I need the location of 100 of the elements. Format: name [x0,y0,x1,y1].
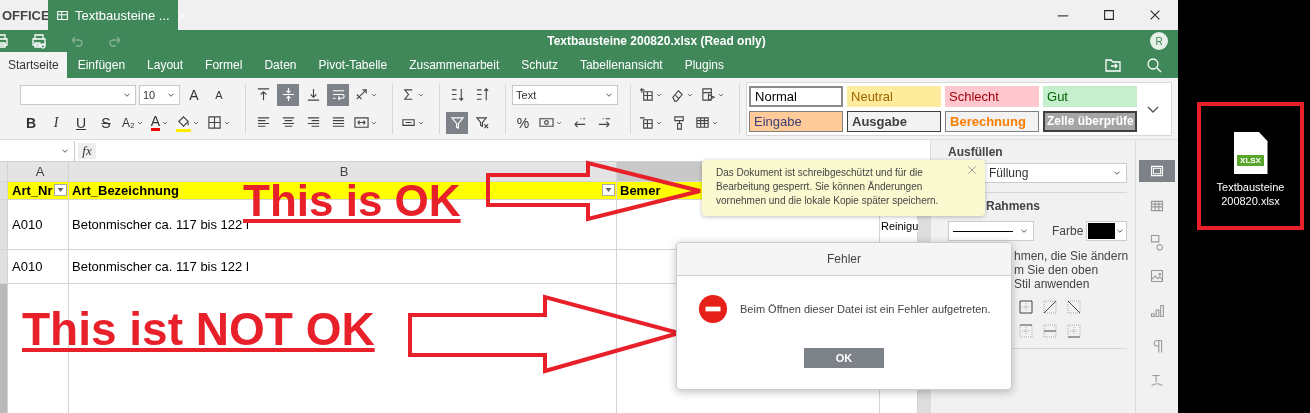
color-swatch [1088,223,1116,239]
inner-border-icon[interactable] [1018,299,1034,315]
bold-button[interactable]: B [20,111,42,134]
orientation-icon [354,87,369,102]
align-right-icon [305,115,321,130]
print-preview-icon[interactable] [31,33,47,49]
column-header[interactable]: B [339,164,349,179]
cell-style[interactable]: Normal [749,85,843,107]
strike-button[interactable]: S [95,111,117,134]
app-brand: OFFICE [2,7,48,23]
underline-button[interactable]: U [70,111,92,134]
tooltip-text: Das Dokument ist schreibgeschützt und für die Bearbeitung gesperrt. Sie können Änderungen vornehmen und die lokale Kopie später speichern. [716,166,940,208]
align-middle-button[interactable] [277,83,299,106]
middle-border-icon[interactable] [1042,323,1058,339]
filter-button[interactable] [54,184,67,196]
italic-button[interactable]: I [45,111,67,134]
delete-cells-icon [639,115,654,130]
color-label: Farbe [1052,224,1084,238]
increase-decimal-icon [596,115,612,130]
close-icon[interactable] [1148,8,1162,22]
merge-icon [354,115,369,130]
cell-icon[interactable] [1139,160,1175,182]
menu-tab[interactable]: Layout [136,52,195,78]
justify-icon [330,115,346,130]
hint-text: Stil anwenden [1014,277,1091,291]
clear-filter-icon [474,115,490,130]
section-title: Ausfüllen [948,145,1004,159]
hint-text: hmen, die Sie ändern [1014,249,1127,263]
folder-icon[interactable] [1105,57,1121,73]
menu-tab[interactable]: Startseite [0,52,67,78]
menu-tab[interactable]: Einfügen [66,52,137,78]
hint-text: m Sie den oben [1014,263,1100,277]
caret-icon [55,185,66,195]
table-cell: Betonmischer ca. 117 bis 122 l [72,217,249,232]
search-icon[interactable] [1146,57,1162,73]
diagonal-down-icon[interactable] [1066,299,1082,315]
table-cell: Betonmischer ca. 117 bis 122 l [72,259,249,274]
subscript-button[interactable]: A₂ [120,111,146,134]
cell-style[interactable]: Neutral [847,85,941,107]
menu-tab[interactable]: Plugins [673,52,735,78]
filter-icon [449,115,465,130]
shrink-button[interactable]: A [208,83,230,106]
diagonal-up-icon[interactable] [1042,299,1058,315]
insert-cells-icon [639,87,654,102]
menu-tab[interactable]: Zusammenarbeit [398,52,511,78]
grow-button[interactable]: A [183,83,205,106]
filter-button[interactable] [602,184,615,196]
sheet-icon [56,8,69,22]
file-label[interactable]: Textbausteine 200820.xlsx [1210,180,1291,208]
bottom-border-icon[interactable] [1066,323,1082,339]
format-dropdown[interactable]: Text [512,84,618,105]
function-label[interactable]: fx [78,142,96,159]
font-color-button[interactable]: A [148,111,171,134]
cell-style[interactable]: Ausgabe [847,110,941,132]
table-header-cell: Art_Bezeichnung [72,183,179,198]
user-avatar[interactable]: R [1150,32,1168,50]
column-header[interactable]: A [35,164,45,179]
line-sample [953,230,1013,232]
percent-button[interactable]: % [512,111,534,134]
dialog-title: Fehler [827,252,861,266]
borders-icon [207,115,222,130]
error-icon [698,294,728,324]
table-cell: A010 [12,217,43,232]
table-cell: A010 [12,259,43,274]
line-style-dropdown[interactable] [948,221,1034,241]
eraser-icon [670,87,685,102]
wrap-button[interactable] [327,83,349,106]
top-border-icon[interactable] [1018,323,1034,339]
section-title: Rahmens [985,199,1042,213]
cell-style[interactable]: Gut [1043,85,1137,107]
align-left-icon [255,115,271,130]
table-icon [695,115,710,130]
caret-icon [603,185,614,195]
table-header-cell: Bemer [620,183,661,198]
menu-tab[interactable]: Pivot-Tabelle [307,52,399,78]
window-title: Textbausteine 200820.xlsx (Read only) [547,34,766,48]
align-top-icon [255,87,271,102]
menu-tab[interactable]: Tabellenansicht [568,52,674,78]
ok-button[interactable]: OK [804,348,884,368]
annotation-text: This ist NOT OK [22,311,375,347]
align-center-icon [280,115,296,130]
wrap-icon [330,87,346,102]
menu-tab[interactable]: Daten [253,52,308,78]
conditional-icon [701,87,716,102]
sort-desc-icon [474,87,490,102]
table-cell: Reinigu [880,220,919,232]
filter-button[interactable] [446,111,468,134]
sort-asc-icon [449,87,465,102]
color-picker[interactable] [1086,221,1127,241]
maximize-icon[interactable] [1102,8,1116,22]
align-bottom-icon [305,87,321,102]
menu-tab[interactable]: Formel [194,52,254,78]
menu-tab[interactable]: Schutz [510,52,569,78]
format-painter-icon [671,115,687,130]
cell-style[interactable]: Eingabe [749,110,843,132]
size-dropdown[interactable]: 10 [139,84,180,105]
cell-style[interactable]: Schlecht [945,85,1039,107]
currency-icon [539,115,554,130]
file-type-badge: XLSX [1237,155,1264,166]
align-middle-icon [280,87,296,102]
